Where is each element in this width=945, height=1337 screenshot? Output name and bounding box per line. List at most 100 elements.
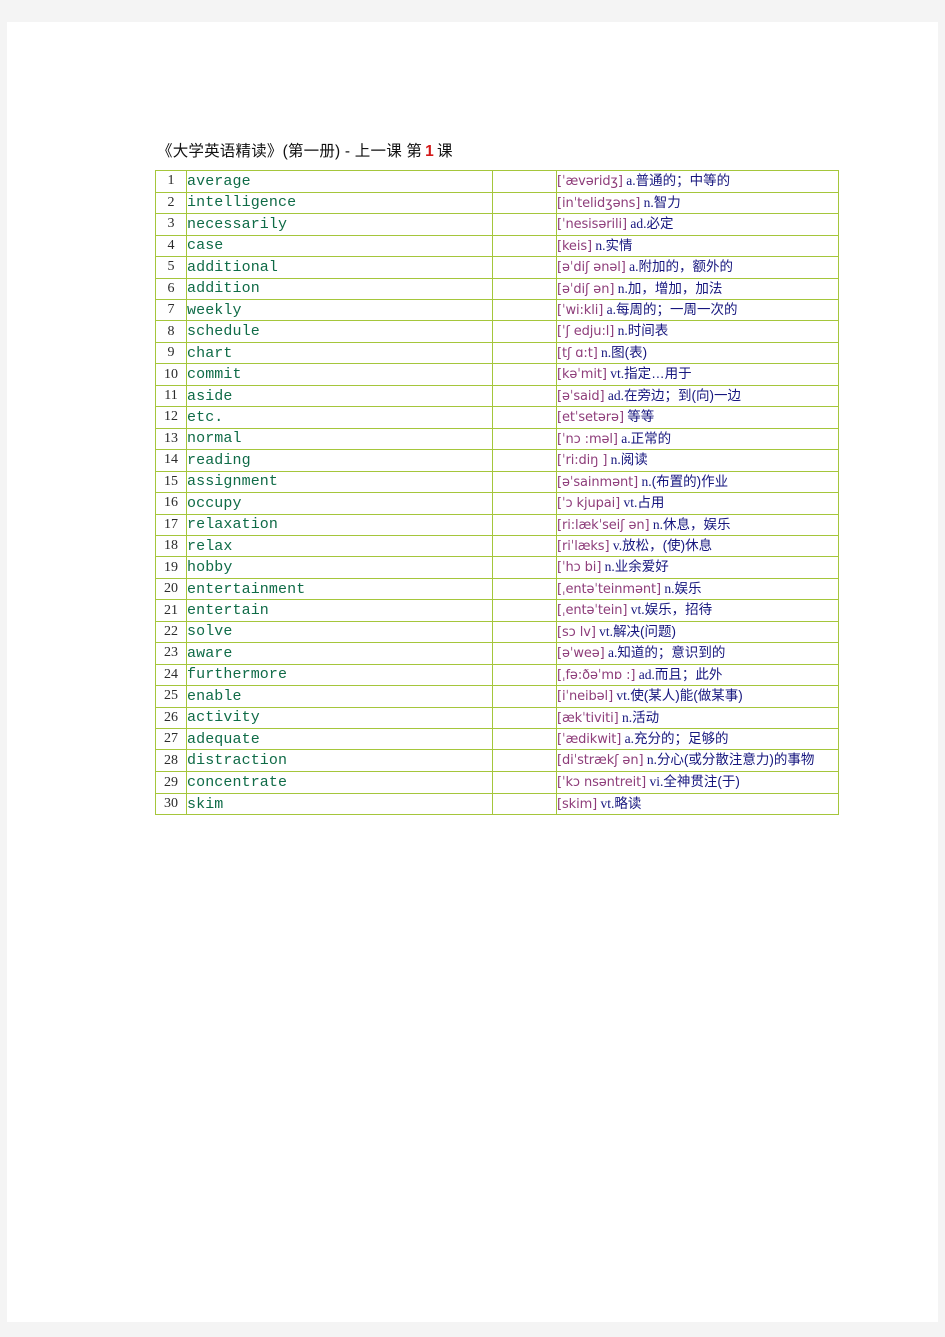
spacer-cell — [492, 599, 557, 622]
chinese-meaning-text: 指定…用于 — [624, 366, 692, 382]
chinese-meaning-text: 放松，(使)休息 — [622, 537, 713, 553]
table-row: 14 reading [ˈri:diŋ ] n.阅读 — [155, 449, 839, 472]
chinese-meaning-text: 分心(或分散注意力)的事物 — [656, 752, 815, 768]
row-index-cell: 24 — [155, 663, 187, 687]
word-cell: intelligence — [186, 191, 493, 215]
row-index-cell: 25 — [155, 685, 187, 708]
table-row: 1 average [ˈævəridʒ] a.普通的；中等的 — [155, 170, 839, 193]
part-of-speech-text: a. — [624, 731, 634, 747]
part-of-speech-text: a. — [606, 301, 616, 317]
phonetic-text: [iˈneibəl] — [557, 689, 614, 705]
phonetic-text: [keis] — [557, 238, 592, 254]
part-of-speech-text: n. — [610, 452, 621, 468]
spacer-cell — [492, 792, 557, 816]
definition-cell: [əˈdiʃ ənəl] a.附加的，额外的 — [556, 256, 839, 279]
phonetic-text: [əˈdiʃ ən] — [557, 281, 615, 297]
word-cell: assignment — [186, 470, 493, 494]
row-index-cell: 16 — [155, 492, 187, 515]
spacer-cell — [492, 298, 557, 322]
part-of-speech-text: n. — [652, 516, 663, 532]
chinese-meaning-text: 在旁边；到(向)一边 — [624, 387, 742, 403]
definition-cell: [əˈsainmənt] n.(布置的)作业 — [556, 470, 839, 494]
table-row: 5 additional [əˈdiʃ ənəl] a.附加的，额外的 — [155, 256, 839, 279]
word-cell: chart — [186, 341, 493, 365]
table-row: 26 activity [ækˈtiviti] n.活动 — [155, 706, 839, 730]
spacer-cell — [492, 771, 557, 794]
word-cell: schedule — [186, 320, 493, 343]
table-row: 19 hobby [ˈhɔ bi] n.业余爱好 — [155, 556, 839, 579]
part-of-speech-text: n. — [641, 473, 652, 489]
table-row: 23 aware [əˈweə] a.知道的；意识到的 — [155, 642, 839, 665]
table-row: 24 furthermore [ˌfə:ðəˈmɒ :] ad.而且；此外 — [155, 663, 839, 687]
definition-cell: [ækˈtiviti] n.活动 — [556, 706, 839, 730]
word-cell: aside — [186, 384, 493, 408]
spacer-cell — [492, 234, 557, 258]
phonetic-text: [ˈhɔ bi] — [557, 560, 602, 576]
chinese-meaning-text: 解决(问题) — [613, 623, 677, 639]
lesson-number: 1 — [425, 143, 434, 160]
table-row: 21 entertain [ˌentəˈtein] vt.娱乐，招待 — [155, 599, 839, 622]
spacer-cell — [492, 685, 557, 708]
spacer-cell — [492, 620, 557, 644]
phonetic-text: [ˌfə:ðəˈmɒ :] — [557, 667, 636, 683]
word-cell: furthermore — [186, 663, 493, 687]
word-cell: relax — [186, 534, 493, 558]
phonetic-text: [ˌentəˈtein] — [557, 603, 628, 619]
table-row: 13 normal [ˈnɔ :məl] a.正常的 — [155, 427, 839, 451]
table-row: 28 distraction [diˈstrækʃ ən] n.分心(或分散注意力… — [155, 749, 839, 773]
spacer-cell — [492, 213, 557, 236]
table-row: 22 solve [sɔ lv] vt.解决(问题) — [155, 620, 839, 644]
definition-cell: [ˈædikwit] a.充分的；足够的 — [556, 728, 839, 751]
definition-cell: [ˈwi:kli] a.每周的；一周一次的 — [556, 298, 839, 322]
table-row: 11 aside [əˈsaid] ad.在旁边；到(向)一边 — [155, 384, 839, 408]
row-index-cell: 2 — [155, 191, 187, 215]
row-index-cell: 3 — [155, 213, 187, 236]
part-of-speech-text: a. — [621, 430, 631, 446]
phonetic-text: [əˈsainmənt] — [557, 474, 639, 490]
phonetic-text: [əˈweə] — [557, 646, 605, 662]
table-row: 18 relax [riˈlæks] v.放松，(使)休息 — [155, 534, 839, 558]
phonetic-text: [etˈsetərə] — [557, 410, 624, 426]
phonetic-text: [ˈri:diŋ ] — [557, 453, 608, 469]
definition-cell: [riˈlæks] v.放松，(使)休息 — [556, 534, 839, 558]
table-row: 7 weekly [ˈwi:kli] a.每周的；一周一次的 — [155, 298, 839, 322]
part-of-speech-text: n. — [604, 559, 615, 575]
table-row: 8 schedule [ˈʃ edju:l] n.时间表 — [155, 320, 839, 343]
definition-cell: [ˈri:diŋ ] n.阅读 — [556, 449, 839, 472]
row-index-cell: 11 — [155, 384, 187, 408]
table-row: 12 etc. [etˈsetərə] 等等 — [155, 406, 839, 429]
word-cell: average — [186, 170, 493, 193]
part-of-speech-text: n. — [646, 752, 657, 768]
row-index-cell: 10 — [155, 363, 187, 386]
definition-cell: [kəˈmit] vt.指定…用于 — [556, 363, 839, 386]
part-of-speech-text: n. — [595, 237, 606, 253]
definition-cell: [əˈsaid] ad.在旁边；到(向)一边 — [556, 384, 839, 408]
row-index-cell: 17 — [155, 513, 187, 536]
part-of-speech-text: n. — [617, 280, 628, 296]
word-cell: weekly — [186, 298, 493, 322]
spacer-cell — [492, 170, 557, 193]
part-of-speech-text: n. — [643, 194, 654, 210]
spacer-cell — [492, 406, 557, 429]
row-index-cell: 18 — [155, 534, 187, 558]
word-cell: distraction — [186, 749, 493, 773]
spacer-cell — [492, 749, 557, 773]
word-cell: relaxation — [186, 513, 493, 536]
phonetic-text: [ˌentəˈteinmənt] — [557, 581, 661, 597]
part-of-speech-text: n. — [664, 580, 675, 596]
part-of-speech-text: vt. — [599, 623, 614, 639]
row-index-cell: 29 — [155, 771, 187, 794]
word-cell: aware — [186, 642, 493, 665]
definition-cell: [tʃ ɑ:t] n.图(表) — [556, 341, 839, 365]
phonetic-text: [sɔ lv] — [557, 624, 596, 640]
part-of-speech-text: vt. — [623, 495, 638, 511]
row-index-cell: 23 — [155, 642, 187, 665]
chinese-meaning-text: 等等 — [627, 409, 655, 425]
spacer-cell — [492, 277, 557, 300]
chinese-meaning-text: 智力 — [653, 194, 681, 210]
part-of-speech-text: n. — [622, 709, 633, 725]
word-cell: normal — [186, 427, 493, 451]
definition-cell: [əˈweə] a.知道的；意识到的 — [556, 642, 839, 665]
chinese-meaning-text: 休息，娱乐 — [662, 516, 731, 532]
chinese-meaning-text: 附加的，额外的 — [638, 259, 733, 275]
